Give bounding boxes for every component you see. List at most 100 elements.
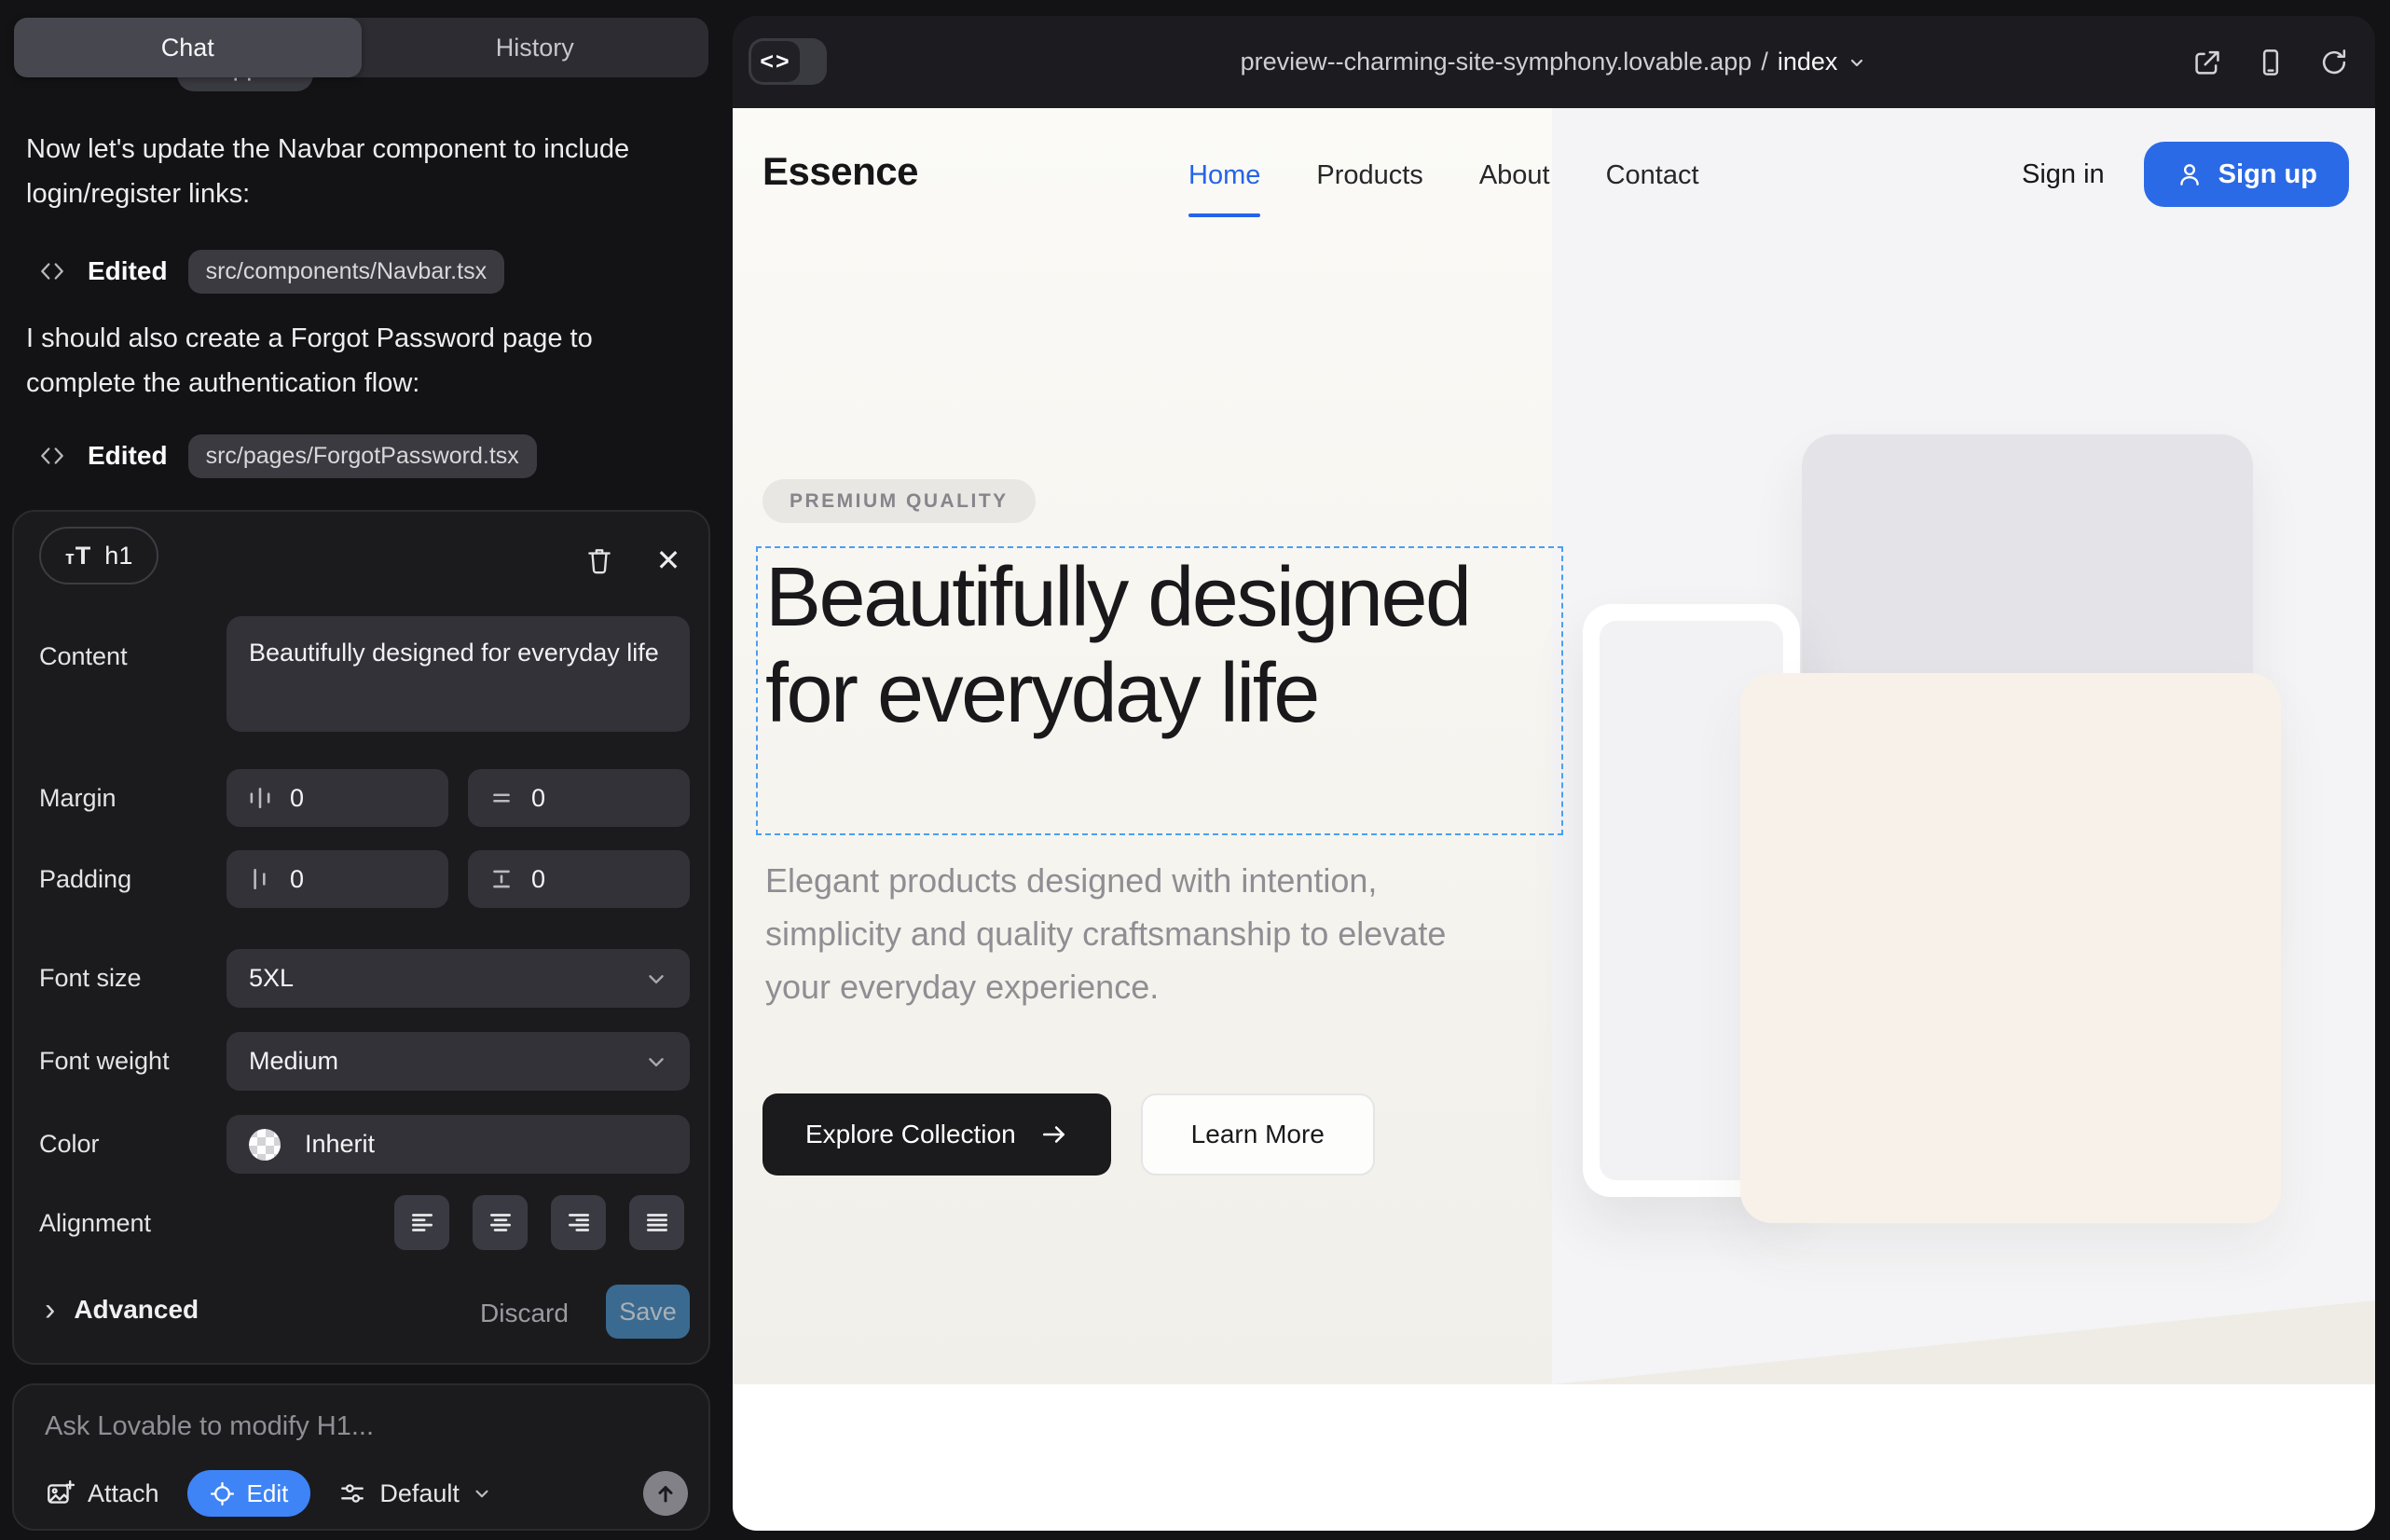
color-label: Color [39,1130,100,1159]
alignment-label: Alignment [39,1209,151,1238]
chevron-down-icon [645,968,667,990]
preview-browser-frame: <> preview--charming-site-symphony.lovab… [733,16,2375,1531]
color-value: Inherit [305,1130,375,1159]
edited-file-row: Edited src/components/Navbar.tsx [37,247,504,296]
explore-collection-button[interactable]: Explore Collection [762,1093,1111,1176]
padding-label: Padding [39,865,131,894]
hero-headline[interactable]: Beautifully designed for everyday life [765,550,1539,742]
advanced-toggle[interactable]: › Advanced [45,1295,199,1325]
composer-input[interactable]: Ask Lovable to modify H1... [45,1411,374,1442]
font-weight-select[interactable]: Medium [227,1032,690,1091]
sign-in-link[interactable]: Sign in [2022,159,2105,190]
content-textarea[interactable]: Beautifully designed for everyday life [227,616,690,732]
url-path: index [1778,48,1838,76]
margin-label: Margin [39,784,117,813]
attach-button[interactable]: Attach [45,1478,159,1508]
image-plus-icon [45,1478,75,1508]
edited-label: Edited [88,256,168,286]
auth-actions: Sign in Sign up [2022,142,2349,207]
nav-link-about[interactable]: About [1479,160,1550,191]
explore-label: Explore Collection [805,1120,1016,1149]
align-justify-button[interactable] [629,1195,684,1250]
close-panel-button[interactable]: ✕ [650,542,687,579]
nav-link-products[interactable]: Products [1316,160,1422,191]
browser-actions [2192,16,2349,108]
browser-toolbar: <> preview--charming-site-symphony.lovab… [733,16,2375,108]
mobile-view-button[interactable] [2256,48,2286,77]
url-bar[interactable]: preview--charming-site-symphony.lovable.… [733,16,2375,108]
user-icon [2176,160,2204,188]
model-selector[interactable]: Default [338,1479,491,1508]
nav-link-home[interactable]: Home [1188,160,1260,191]
send-button[interactable] [643,1471,688,1516]
chevron-down-icon [1847,52,1867,73]
font-size-label: Font size [39,964,142,993]
padding-horizontal-icon [247,866,273,892]
margin-y-input[interactable]: 0 [468,769,690,827]
learn-more-button[interactable]: Learn More [1141,1093,1375,1176]
sign-up-label: Sign up [2218,159,2317,190]
sign-up-button[interactable]: Sign up [2144,142,2349,207]
default-label: Default [379,1479,460,1508]
edit-mode-button[interactable]: Edit [187,1470,311,1517]
url-host: preview--charming-site-symphony.lovable.… [1241,48,1752,76]
hero-paragraph: Elegant products designed with intention… [765,854,1520,1013]
quality-badge: PREMIUM QUALITY [762,479,1036,523]
refresh-button[interactable] [2319,48,2349,77]
site-nav: Home Products About Contact [1188,160,1699,191]
open-external-button[interactable] [2192,48,2222,77]
tab-history[interactable]: History [362,18,709,77]
selected-element-tag: тT h1 [39,527,158,584]
content-label: Content [39,642,128,671]
element-editor-panel: тT h1 ✕ Content Beautifully designed for… [12,510,710,1365]
hero-cta-row: Explore Collection Learn More [762,1093,1375,1176]
nav-link-contact[interactable]: Contact [1606,160,1699,191]
padding-vertical-icon [488,866,515,892]
arrow-right-icon [1040,1121,1068,1148]
advanced-label: Advanced [74,1295,199,1325]
crosshair-icon [210,1481,235,1506]
color-select[interactable]: Inherit [227,1115,690,1174]
chevron-right-icon: › [45,1297,55,1323]
padding-y-input[interactable]: 0 [468,850,690,908]
type-icon: тT [65,542,91,571]
margin-x-value: 0 [290,784,304,813]
chevron-down-icon [645,1051,667,1073]
margin-vertical-icon [488,785,515,811]
margin-y-value: 0 [531,784,545,813]
chat-message: I should also create a Forgot Password p… [26,316,684,406]
sidebar-tabbar: Chat History [14,18,708,77]
font-size-select[interactable]: 5XL [227,949,690,1008]
padding-x-input[interactable]: 0 [227,850,448,908]
tab-chat[interactable]: Chat [14,18,362,77]
attach-label: Attach [88,1479,159,1508]
preview-page: Essence Home Products About Contact Sign… [733,108,2375,1531]
code-icon [37,257,67,285]
sliders-icon [338,1479,366,1507]
edited-label: Edited [88,441,168,471]
margin-x-input[interactable]: 0 [227,769,448,827]
save-button[interactable]: Save [606,1285,690,1339]
font-weight-value: Medium [249,1047,338,1076]
edit-label: Edit [247,1479,289,1508]
padding-y-value: 0 [531,865,545,894]
padding-x-value: 0 [290,865,304,894]
file-chip[interactable]: src/pages/ForgotPassword.tsx [188,434,537,478]
lovable-sidebar: ·· Chat History Now let's update the Nav… [0,0,727,1540]
align-center-button[interactable] [473,1195,528,1250]
site-logo[interactable]: Essence [762,149,918,194]
chat-composer: Ask Lovable to modify H1... Attach [12,1383,710,1531]
file-chip[interactable]: src/components/Navbar.tsx [188,250,505,294]
discard-button[interactable]: Discard [480,1299,569,1328]
margin-horizontal-icon [247,785,273,811]
font-weight-label: Font weight [39,1047,170,1076]
decorative-card-cream [1740,673,2281,1223]
align-right-button[interactable] [551,1195,606,1250]
align-left-button[interactable] [394,1195,449,1250]
delete-element-button[interactable] [581,542,618,579]
hero-section: Essence Home Products About Contact Sign… [733,108,2375,1384]
edited-file-row: Edited src/pages/ForgotPassword.tsx [37,432,537,480]
code-icon [37,442,67,470]
font-size-value: 5XL [249,964,294,993]
tag-name: h1 [104,542,132,571]
